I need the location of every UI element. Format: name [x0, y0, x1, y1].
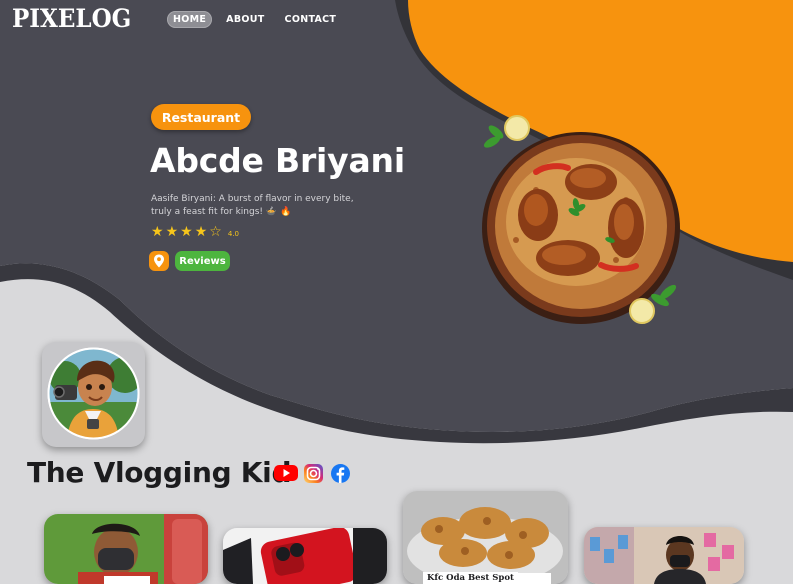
avatar [47, 347, 140, 440]
nav-about[interactable]: ABOUT [220, 11, 270, 28]
location-pin-icon [154, 254, 164, 268]
rating-value: 4.0 [227, 230, 239, 238]
facebook-icon [331, 464, 350, 483]
star-outline-icon: ☆ [209, 224, 222, 240]
video-thumbnail [44, 514, 208, 584]
channel-name: The Vlogging Kid [27, 456, 292, 489]
star-icon: ★ [151, 224, 164, 240]
location-button[interactable] [149, 251, 169, 271]
star-rating: ★ ★ ★ ★ ☆ 4.0 [151, 225, 239, 239]
nav-contact[interactable]: CONTACT [279, 11, 343, 28]
video-caption: Kfc Oda Best Spot [423, 572, 518, 584]
video-card[interactable] [44, 514, 208, 584]
biryani-plate-image [482, 115, 680, 324]
facebook-link[interactable] [331, 464, 350, 483]
instagram-link[interactable] [304, 464, 323, 483]
logo[interactable]: PIXELOG [12, 4, 131, 33]
profile-avatar-card[interactable] [42, 342, 145, 447]
video-card[interactable] [584, 527, 744, 584]
reviews-button[interactable]: Reviews [175, 251, 230, 271]
star-icon: ★ [165, 224, 179, 240]
video-thumbnail [403, 491, 568, 584]
main-nav: HOME ABOUT CONTACT [167, 11, 342, 28]
video-card[interactable]: Kfc Oda Best Spot [403, 491, 568, 584]
video-card[interactable] [223, 528, 387, 584]
category-badge[interactable]: Restaurant [151, 104, 251, 130]
star-icon: ★ [194, 224, 208, 240]
star-icon: ★ [180, 224, 193, 240]
video-thumbnail [223, 528, 387, 584]
video-thumbnail [584, 527, 744, 584]
nav-home[interactable]: HOME [167, 11, 213, 28]
instagram-icon [304, 464, 323, 483]
restaurant-title: Abcde Briyani [150, 141, 405, 180]
youtube-icon [274, 465, 298, 481]
youtube-link[interactable] [274, 464, 298, 482]
restaurant-description: Aasife Biryani: A burst of flavor in eve… [151, 194, 354, 217]
